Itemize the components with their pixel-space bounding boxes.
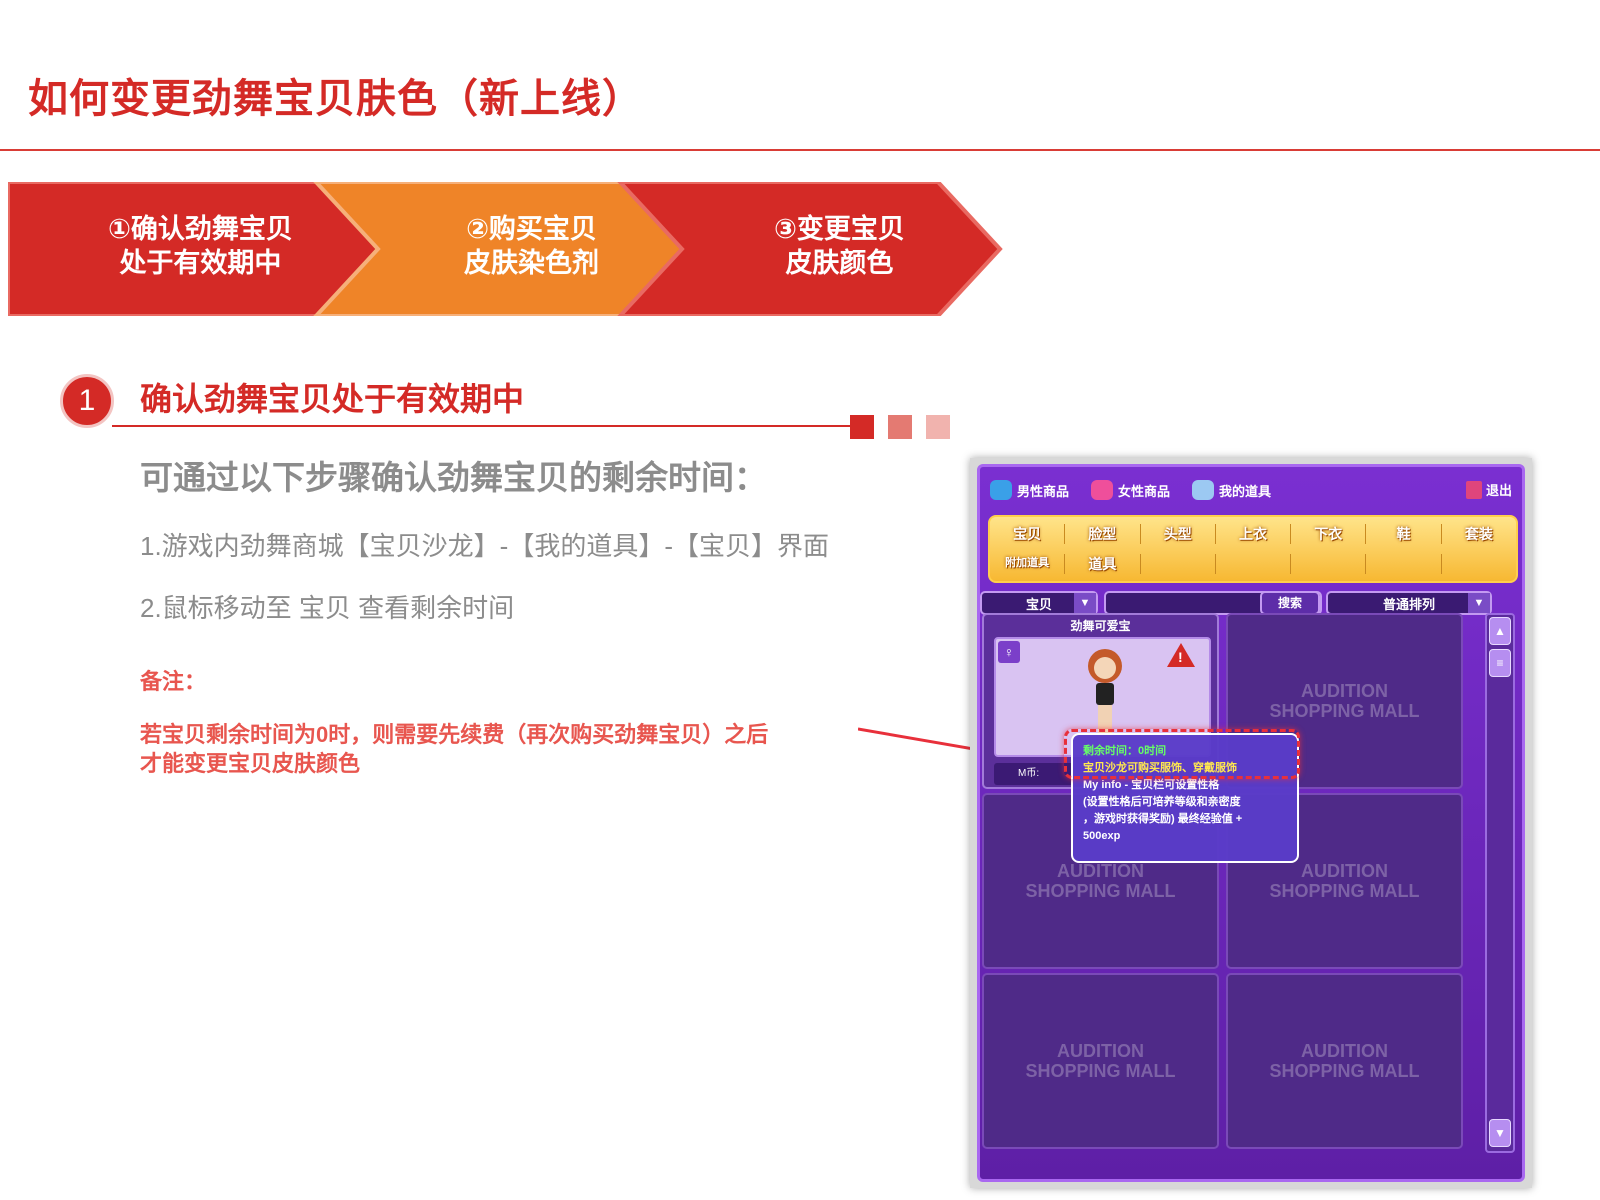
scroll-down-icon[interactable]: ▼ [1489,1119,1511,1147]
step-3-label: ③变更宝贝 皮肤颜色 [774,212,905,280]
title-divider [0,149,1600,151]
step-arrows: ①确认劲舞宝贝 处于有效期中 ②购买宝贝 皮肤染色剂 ③变更宝贝 皮肤颜色 [8,182,1020,316]
exit-button[interactable]: 退出 [1465,480,1512,499]
empty-slot-line-2: SHOPPING MALL [1269,881,1420,901]
category-empty-5 [1442,554,1516,574]
section-subtitle: 可通过以下步骤确认劲舞宝贝的剩余时间： [140,459,767,496]
category-accessory[interactable]: 附加道具 [990,554,1066,574]
category-row-2: 附加道具 道具 [990,554,1516,574]
step-1-line-2: 处于有效期中 [119,248,282,278]
my-items-icon [1192,480,1215,500]
category-set[interactable]: 套装 [1442,524,1516,544]
exit-label: 退出 [1485,483,1512,498]
category-empty-4 [1366,554,1442,574]
male-items-icon [990,480,1012,500]
category-empty-1 [1141,554,1216,574]
empty-slot: AUDITION SHOPPING MALL [982,973,1219,1149]
sort-dropdown[interactable]: 普通排列 ▼ [1326,591,1492,615]
search-button[interactable]: 搜索 [1260,591,1320,615]
empty-slot-line-1: AUDITION [1300,861,1388,881]
page-title: 如何变更劲舞宝贝肤色（新上线） [28,77,643,121]
empty-slot-line-1: AUDITION [1300,1041,1388,1061]
item-name: 劲舞可爱宝 [1070,619,1131,633]
baby-body [1096,683,1114,705]
tooltip-line-6: 500exp [1083,830,1121,842]
game-top-tabs: 男性商品 女性商品 我的道具 退出 [980,467,1522,513]
baby-face [1094,657,1116,679]
female-items-icon [1091,480,1114,500]
empty-slot-line-2: SHOPPING MALL [1025,1061,1176,1081]
empty-slot-line-1: AUDITION [1056,1041,1144,1061]
chevron-down-icon: ▼ [1074,593,1096,613]
category-bar: 宝贝 脸型 头型 上衣 下衣 鞋 套装 附加道具 道具 [988,515,1518,583]
step-1-label: ①确认劲舞宝贝 处于有效期中 [108,212,293,280]
game-shop-window: 男性商品 女性商品 我的道具 退出 宝贝 脸型 头型 上衣 下衣 鞋 套装 附加… [977,464,1525,1182]
exit-icon [1465,480,1482,499]
section-number-badge: 1 [60,374,114,428]
category-empty-2 [1216,554,1292,574]
step-2-line-2: 皮肤染色剂 [464,248,599,278]
tab-male-items[interactable]: 男性商品 [990,480,1069,500]
category-baby[interactable]: 宝贝 [990,524,1066,544]
empty-slot-line-1: AUDITION [1056,861,1144,881]
decor-square-3 [926,415,950,439]
instruction-step-1: 1.游戏内劲舞商城【宝贝沙龙】-【我的道具】-【宝贝】界面 [140,531,830,561]
step-3-line-1: ③变更宝贝 [774,214,905,244]
decor-square-1 [850,415,874,439]
category-empty-3 [1291,554,1367,574]
empty-slot-line-2: SHOPPING MALL [1269,701,1420,721]
note-line-1: 若宝贝剩余时间为0时，则需要先续费（再次购买劲舞宝贝）之后 [140,722,769,747]
filter-dropdown-value: 宝贝 [1025,596,1052,612]
category-top[interactable]: 上衣 [1216,524,1292,544]
filter-dropdown[interactable]: 宝贝 ▼ [980,591,1098,615]
empty-slot-text: AUDITION SHOPPING MALL [1269,681,1419,721]
empty-slot-text: AUDITION SHOPPING MALL [1269,1041,1419,1081]
tab-male-items-label: 男性商品 [1017,483,1070,499]
step-2-label: ②购买宝贝 皮肤染色剂 [464,212,599,280]
empty-slot-text: AUDITION SHOPPING MALL [1269,861,1419,901]
chevron-down-icon: ▼ [1468,593,1490,613]
category-face[interactable]: 脸型 [1065,524,1141,544]
empty-slot-text: AUDITION SHOPPING MALL [1025,1041,1175,1081]
warning-icon [1167,643,1195,667]
note-text: 若宝贝剩余时间为0时，则需要先续费（再次购买劲舞宝贝）之后 才能变更宝贝皮肤颜色 [140,720,768,778]
tab-my-items[interactable]: 我的道具 [1192,480,1271,500]
category-props[interactable]: 道具 [1065,554,1141,574]
remaining-time-highlight [1064,729,1300,779]
note-line-2: 才能变更宝贝皮肤颜色 [140,751,361,776]
section-heading: 确认劲舞宝贝处于有效期中 [140,381,525,417]
scrollbar[interactable]: ▲ ≡ ▼ [1485,613,1515,1153]
step-2-line-1: ②购买宝贝 [466,214,597,244]
empty-slot-text: AUDITION SHOPPING MALL [1025,861,1175,901]
scroll-thumb[interactable]: ≡ [1489,649,1511,677]
category-row-1: 宝贝 脸型 头型 上衣 下衣 鞋 套装 [990,524,1516,544]
step-3-line-2: 皮肤颜色 [785,248,894,278]
tooltip-line-3: My info - 宝贝栏可设置性格 [1083,779,1220,791]
tooltip-line-4: (设置性格后可培养等级和亲密度 [1083,796,1241,808]
empty-slot-line-2: SHOPPING MALL [1025,881,1176,901]
sort-dropdown-value: 普通排列 [1382,596,1435,612]
note-label: 备注： [140,669,207,694]
instruction-step-2: 2.鼠标移动至 宝贝 查看剩余时间 [140,593,515,623]
step-1-line-1: ①确认劲舞宝贝 [108,214,293,244]
empty-slot-line-1: AUDITION [1300,681,1388,701]
category-bottom[interactable]: 下衣 [1291,524,1367,544]
item-price: M币: [994,763,1074,785]
decor-square-2 [888,415,912,439]
female-icon: ♀ [998,641,1020,663]
category-hair[interactable]: 头型 [1141,524,1216,544]
tab-female-items-label: 女性商品 [1118,483,1171,499]
empty-slot: AUDITION SHOPPING MALL [1226,973,1463,1149]
scroll-up-icon[interactable]: ▲ [1489,617,1511,645]
empty-slot-line-2: SHOPPING MALL [1269,1061,1420,1081]
category-shoes[interactable]: 鞋 [1366,524,1442,544]
tooltip-line-5: ，游戏时获得奖励) 最终经验值 + [1083,813,1243,825]
tab-my-items-label: 我的道具 [1219,483,1272,499]
section-divider [112,425,850,427]
tab-female-items[interactable]: 女性商品 [1091,480,1170,500]
